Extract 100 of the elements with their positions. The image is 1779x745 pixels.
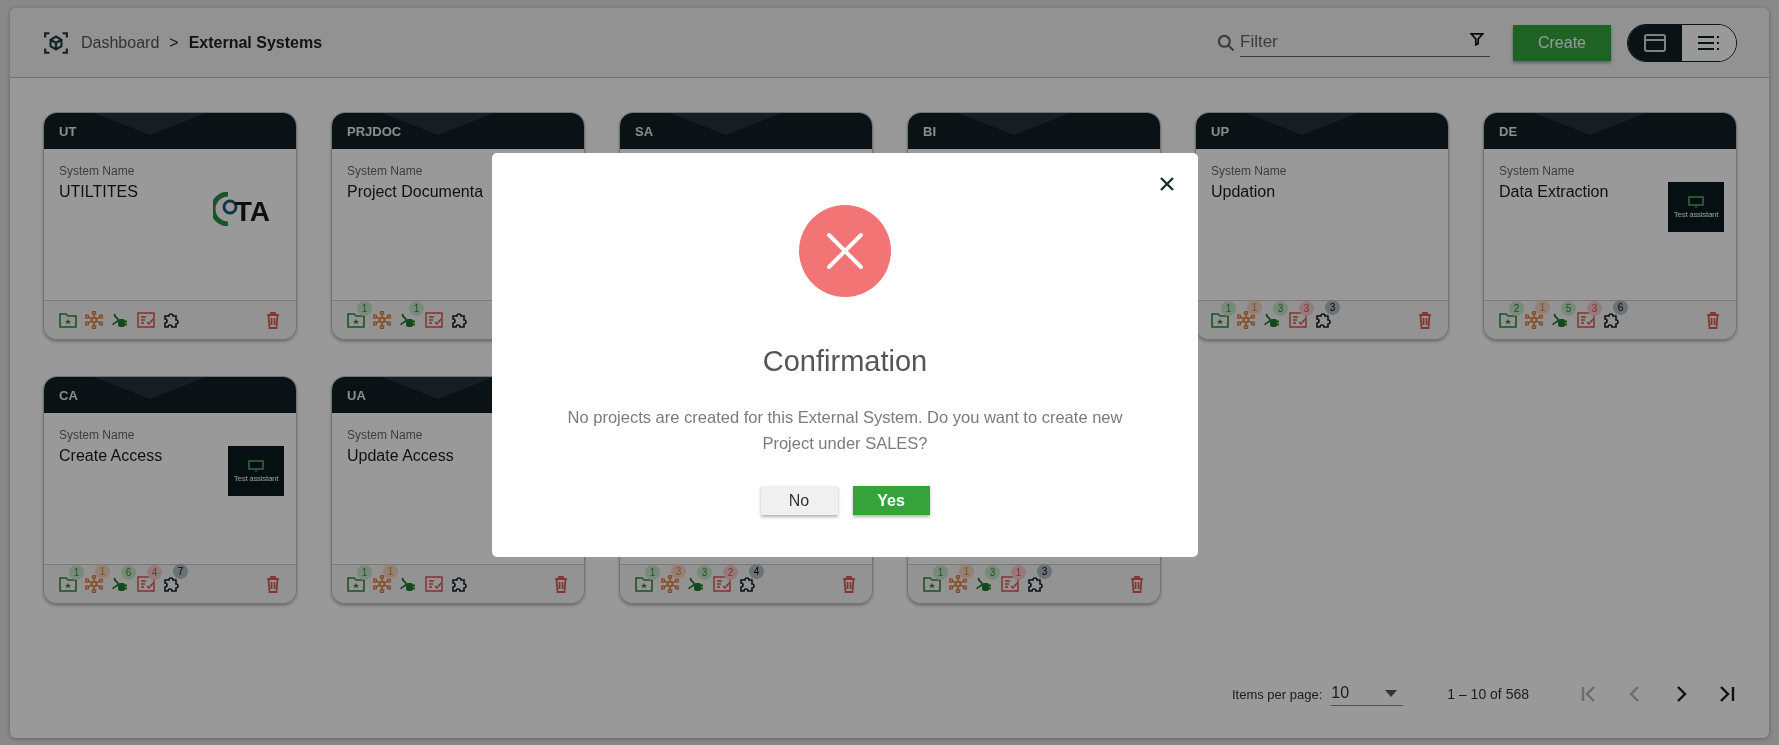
field-label: System Name bbox=[347, 164, 424, 178]
folder-star-icon[interactable] bbox=[59, 312, 77, 328]
count-badge: 4 bbox=[749, 564, 764, 579]
count-badge: 1 bbox=[1535, 300, 1550, 315]
count-badge: 1 bbox=[1221, 301, 1236, 316]
checklist-icon[interactable] bbox=[425, 312, 443, 328]
system-card[interactable]: UP System Name Updation 1 1 3 3 3 bbox=[1195, 112, 1449, 340]
delete-icon[interactable] bbox=[842, 575, 856, 593]
checklist-icon[interactable] bbox=[137, 576, 155, 592]
checklist-icon[interactable] bbox=[1001, 576, 1019, 592]
delete-icon[interactable] bbox=[1130, 575, 1144, 593]
puzzle-icon[interactable] bbox=[163, 311, 181, 329]
plug-icon[interactable] bbox=[111, 312, 129, 328]
system-code: SA bbox=[635, 123, 654, 139]
page-range: 1 – 10 of 568 bbox=[1447, 686, 1529, 702]
network-icon[interactable] bbox=[85, 311, 103, 329]
count-badge: 3 bbox=[697, 565, 712, 580]
cancel-button[interactable]: No bbox=[760, 486, 838, 515]
puzzle-icon[interactable] bbox=[163, 575, 181, 593]
system-card[interactable]: DE System Name Data Extraction Test assistant 2 1 5 3 6 bbox=[1483, 112, 1737, 340]
system-code: BI bbox=[923, 123, 936, 139]
count-badge: 1 bbox=[933, 565, 948, 580]
plug-icon[interactable] bbox=[1263, 312, 1281, 328]
search-icon bbox=[1216, 32, 1236, 53]
system-name: Update Access bbox=[347, 447, 454, 465]
count-badge: 1 bbox=[69, 565, 84, 580]
field-label: System Name bbox=[347, 428, 424, 442]
puzzle-icon[interactable] bbox=[739, 575, 757, 593]
checklist-icon[interactable] bbox=[713, 576, 731, 592]
field-label: System Name bbox=[59, 428, 136, 442]
system-code: DE bbox=[1499, 123, 1518, 139]
puzzle-icon[interactable] bbox=[1315, 311, 1333, 329]
delete-icon[interactable] bbox=[554, 575, 568, 593]
list-view-icon bbox=[1697, 33, 1721, 52]
filter-field[interactable]: Filter bbox=[1240, 28, 1490, 57]
breadcrumb-item: External Systems bbox=[188, 33, 323, 52]
folder-star-icon[interactable] bbox=[923, 576, 941, 592]
count-badge: 3 bbox=[985, 565, 1000, 580]
system-name: Project Documenta bbox=[347, 183, 484, 201]
cube-icon[interactable] bbox=[43, 29, 69, 56]
system-card[interactable]: UT System Name UTILTITES TA bbox=[43, 112, 297, 340]
system-name: Create Access bbox=[59, 447, 163, 465]
breadcrumb-item[interactable]: Dashboard bbox=[81, 33, 160, 52]
system-name: Data Extraction bbox=[1499, 183, 1609, 201]
count-badge: 1 bbox=[357, 301, 372, 316]
folder-star-icon[interactable] bbox=[1211, 312, 1229, 328]
plug-icon[interactable] bbox=[687, 576, 705, 592]
system-code: PRJDOC bbox=[347, 123, 402, 139]
plug-icon[interactable] bbox=[399, 312, 417, 328]
folder-star-icon[interactable] bbox=[347, 312, 365, 328]
folder-star-icon[interactable] bbox=[635, 576, 653, 592]
dropdown-arrow-icon bbox=[1385, 689, 1398, 697]
close-button[interactable] bbox=[1158, 175, 1176, 193]
page-size-select[interactable]: 10 bbox=[1331, 682, 1404, 706]
puzzle-icon[interactable] bbox=[1603, 311, 1621, 329]
count-badge: 1 bbox=[95, 564, 110, 579]
delete-icon[interactable] bbox=[266, 311, 280, 329]
plug-icon[interactable] bbox=[111, 576, 129, 592]
count-badge: 4 bbox=[147, 565, 162, 580]
system-name: UTILTITES bbox=[59, 183, 138, 201]
delete-icon[interactable] bbox=[266, 575, 280, 593]
breadcrumb-separator: > bbox=[169, 33, 179, 52]
plug-icon[interactable] bbox=[1551, 312, 1569, 328]
plug-icon[interactable] bbox=[975, 576, 993, 592]
system-logo: TA bbox=[212, 182, 270, 226]
count-badge: 6 bbox=[1613, 300, 1628, 315]
count-badge: 3 bbox=[1273, 301, 1288, 316]
count-badge: 3 bbox=[671, 564, 686, 579]
delete-icon[interactable] bbox=[1418, 311, 1432, 329]
field-label: System Name bbox=[59, 164, 136, 178]
puzzle-icon[interactable] bbox=[1027, 575, 1045, 593]
filter-icon[interactable] bbox=[1470, 31, 1484, 46]
system-logo: Test assistant bbox=[228, 446, 284, 496]
count-badge: 3 bbox=[1587, 301, 1602, 316]
folder-star-icon[interactable] bbox=[1499, 312, 1517, 328]
view-toggle[interactable] bbox=[1682, 24, 1736, 61]
delete-icon[interactable] bbox=[1706, 311, 1720, 329]
count-badge: 1 bbox=[1011, 565, 1026, 580]
checklist-icon[interactable] bbox=[1577, 312, 1595, 328]
system-card[interactable]: CA System Name Create Access Test assistant 1 1 6 4 7 bbox=[43, 376, 297, 604]
count-badge: 1 bbox=[1247, 300, 1262, 315]
checklist-icon[interactable] bbox=[137, 312, 155, 328]
skip-icon bbox=[1717, 684, 1737, 704]
count-badge: 1 bbox=[409, 301, 424, 316]
checklist-icon[interactable] bbox=[1289, 312, 1307, 328]
field-label: System Name bbox=[1499, 164, 1576, 178]
count-badge: 3 bbox=[1299, 301, 1314, 316]
checklist-icon[interactable] bbox=[425, 576, 443, 592]
puzzle-icon[interactable] bbox=[451, 575, 469, 593]
puzzle-icon[interactable] bbox=[451, 311, 469, 329]
plug-icon[interactable] bbox=[399, 576, 417, 592]
folder-star-icon[interactable] bbox=[347, 576, 365, 592]
count-badge: 1 bbox=[357, 565, 372, 580]
folder-star-icon[interactable] bbox=[59, 576, 77, 592]
count-badge: 1 bbox=[645, 565, 660, 580]
count-badge: 2 bbox=[723, 565, 738, 580]
view-toggle[interactable] bbox=[1628, 24, 1682, 61]
count-badge: 5 bbox=[1561, 301, 1576, 316]
network-icon[interactable] bbox=[373, 311, 391, 329]
error-icon bbox=[799, 205, 891, 297]
